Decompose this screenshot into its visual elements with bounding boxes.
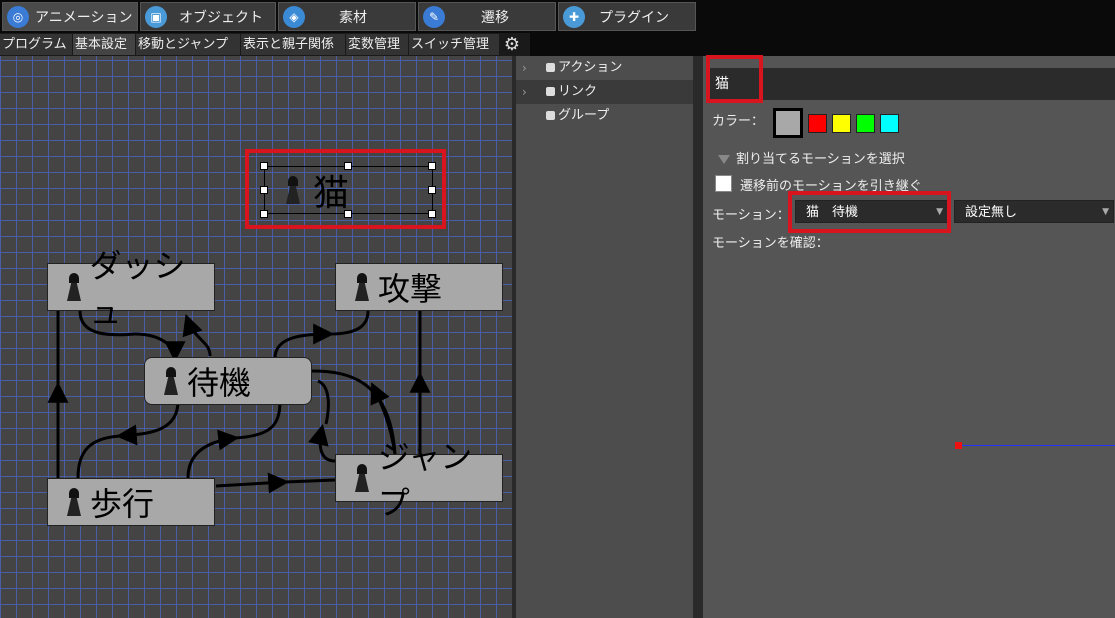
- top-strip: [530, 33, 1115, 56]
- sub-tab-bar: プログラム 基本設定 移動とジャンプ 表示と親子関係 変数管理 スイッチ管理: [0, 33, 530, 56]
- collapse-triangle-icon: [718, 155, 730, 164]
- node-walk[interactable]: 歩行: [47, 478, 215, 526]
- tab-object[interactable]: ▣ オブジェクト: [140, 2, 276, 31]
- chevron-down-icon: ▼: [936, 207, 943, 217]
- tab-material[interactable]: ◈ 素材: [278, 2, 416, 31]
- node-label: 猫: [313, 173, 350, 214]
- plugin-icon: ✚: [563, 5, 585, 28]
- confirm-motion-label: モーションを確認：: [712, 236, 829, 251]
- subtab-switches[interactable]: スイッチ管理: [409, 34, 499, 55]
- character-icon: [352, 464, 372, 492]
- character-icon: [283, 176, 303, 204]
- node-label: 歩行: [90, 485, 155, 523]
- node-icon: [546, 87, 555, 96]
- node-attack[interactable]: 攻撃: [335, 263, 503, 311]
- character-icon: [64, 488, 84, 516]
- node-label: ダッシュ: [89, 247, 186, 331]
- subtab-program[interactable]: プログラム: [0, 34, 72, 55]
- tab-label: 遷移: [481, 9, 509, 26]
- arrow-idle-attack: [273, 323, 335, 359]
- resize-handle[interactable]: [428, 210, 436, 218]
- tab-label: 素材: [339, 9, 367, 26]
- motion-label: モーション：: [712, 208, 790, 223]
- node-dash[interactable]: ダッシュ: [47, 247, 215, 331]
- color-swatch-yellow[interactable]: [832, 114, 851, 133]
- arrow-jump-idle: [308, 423, 336, 463]
- resize-handle[interactable]: [428, 162, 436, 170]
- expand-arrow-icon[interactable]: ›: [522, 56, 527, 80]
- object-icon: ▣: [145, 5, 167, 28]
- transition-icon: ✎: [423, 5, 445, 28]
- chevron-down-icon: ▼: [1102, 207, 1109, 217]
- tab-animation[interactable]: ◎ アニメーション: [2, 2, 138, 31]
- node-label: 攻撃: [378, 270, 443, 308]
- node-cat-selected[interactable]: 猫: [264, 166, 433, 214]
- resize-handle[interactable]: [344, 210, 352, 218]
- color-swatch-gray[interactable]: [773, 108, 803, 138]
- node-icon: [546, 111, 555, 120]
- tree-item-link[interactable]: › リンク: [516, 80, 693, 104]
- arrow-walk-jump: [215, 472, 290, 494]
- color-swatch-red[interactable]: [808, 114, 827, 133]
- node-idle[interactable]: 待機: [144, 357, 312, 405]
- transition-canvas[interactable]: ダッシュ 攻撃 待機 歩行 ジャンプ: [0, 56, 512, 618]
- node-jump[interactable]: ジャンプ: [335, 438, 503, 522]
- color-label: カラー：: [712, 114, 765, 129]
- tab-label: プラグイン: [599, 9, 669, 26]
- expand-arrow-icon[interactable]: ›: [522, 80, 527, 104]
- arrow-walk-idle: [186, 429, 240, 479]
- character-icon: [352, 273, 372, 301]
- inherit-motion-checkbox[interactable]: [715, 175, 732, 192]
- preview-baseline: [958, 445, 1115, 446]
- node-icon: [546, 63, 555, 72]
- gear-icon[interactable]: ⚙: [501, 34, 523, 56]
- motion-select[interactable]: 猫 待機 ▼: [795, 200, 948, 223]
- inherit-motion-label: 遷移前のモーションを引き継ぐ: [740, 179, 922, 194]
- setting-select[interactable]: 設定無し ▼: [954, 200, 1114, 223]
- tab-plugin[interactable]: ✚ プラグイン: [558, 2, 696, 31]
- node-label: 待機: [187, 364, 252, 402]
- resize-handle[interactable]: [260, 162, 268, 170]
- tree-item-group[interactable]: グループ: [516, 104, 693, 128]
- tab-transition[interactable]: ✎ 遷移: [418, 2, 556, 31]
- top-tab-bar: ◎ アニメーション ▣ オブジェクト ◈ 素材 ✎ 遷移 ✚ プラグイン: [0, 0, 1115, 33]
- tree-item-action[interactable]: › アクション: [516, 56, 693, 80]
- object-tree: › アクション › リンク グループ: [516, 56, 693, 618]
- arrow-idle-walk: [115, 400, 180, 446]
- resize-handle[interactable]: [428, 186, 436, 194]
- character-icon: [64, 273, 83, 301]
- color-swatch-green[interactable]: [856, 114, 875, 133]
- app-window: ◎ アニメーション ▣ オブジェクト ◈ 素材 ✎ 遷移 ✚ プラグイン プログ…: [0, 0, 1115, 618]
- resize-handle[interactable]: [344, 162, 352, 170]
- subtab-display-parent[interactable]: 表示と親子関係: [241, 34, 345, 55]
- subtab-variables[interactable]: 変数管理: [346, 34, 408, 55]
- splitter[interactable]: [693, 56, 703, 618]
- tab-label: アニメーション: [35, 9, 133, 26]
- resize-handle[interactable]: [260, 186, 268, 194]
- resize-handle[interactable]: [260, 210, 268, 218]
- section-header-motion[interactable]: 割り当てるモーションを選択: [718, 148, 905, 167]
- preview-origin-marker[interactable]: [955, 442, 962, 449]
- material-icon: ◈: [283, 5, 305, 28]
- animation-icon: ◎: [7, 5, 29, 28]
- property-panel: [703, 56, 1115, 618]
- transition-arrows: [47, 310, 431, 494]
- character-icon: [161, 367, 181, 395]
- color-swatch-cyan[interactable]: [880, 114, 899, 133]
- subtab-basic-settings[interactable]: 基本設定: [73, 34, 135, 55]
- node-label: ジャンプ: [377, 438, 473, 522]
- subtab-move-jump[interactable]: 移動とジャンプ: [136, 34, 240, 55]
- name-input[interactable]: 猫: [707, 68, 1115, 100]
- tab-label: オブジェクト: [179, 9, 263, 26]
